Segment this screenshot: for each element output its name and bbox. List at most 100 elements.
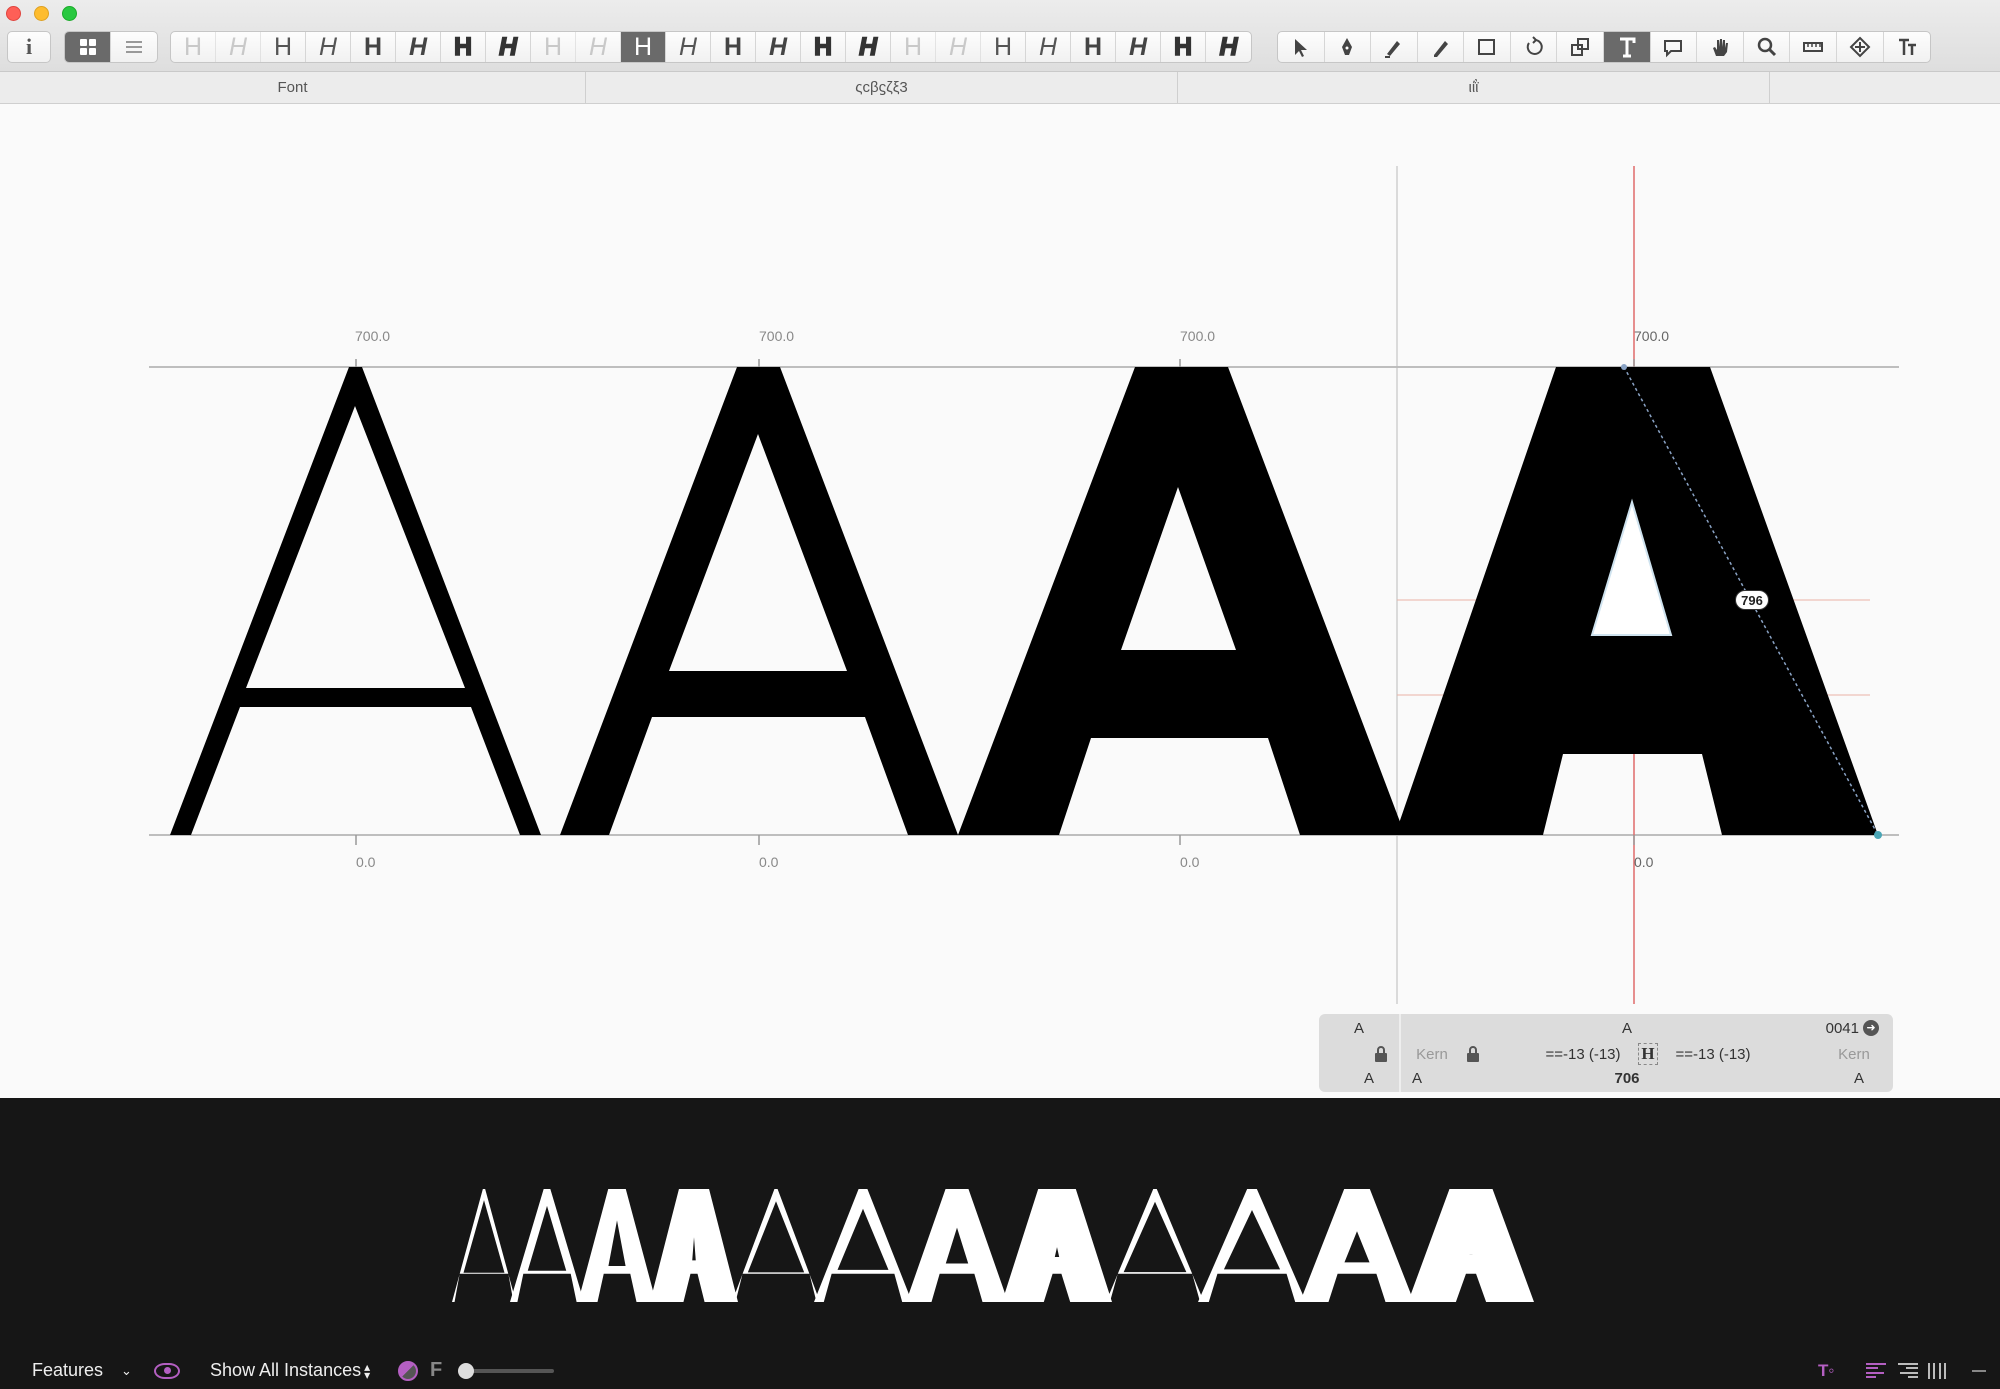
instance-button-2[interactable]: H xyxy=(216,32,261,62)
component-tool-button[interactable] xyxy=(1837,32,1884,62)
preview-glyph-8 xyxy=(1002,1189,1112,1302)
lsb-field[interactable]: ==-13 (-13) xyxy=(1533,1042,1633,1066)
instance-button-13[interactable]: H xyxy=(711,32,756,62)
draw-tool-icon xyxy=(1384,41,1400,58)
list-icon xyxy=(126,41,142,53)
typeset-tool-button[interactable] xyxy=(1884,32,1930,62)
instance-button-17[interactable]: H xyxy=(891,32,936,62)
kern-left-label: Kern xyxy=(1416,1045,1448,1063)
collapse-icon[interactable] xyxy=(1972,1369,1986,1372)
preview-size-slider[interactable] xyxy=(458,1362,554,1379)
arrow-right-circle-icon[interactable]: ➜ xyxy=(1863,1020,1879,1036)
zoom-button[interactable] xyxy=(62,6,77,21)
instance-switcher[interactable]: HHHHHHHHHHHHHHHHHHHHHHHH xyxy=(170,31,1252,63)
left-group-field[interactable]: A xyxy=(1359,1066,1379,1090)
select-tool-button[interactable] xyxy=(1278,32,1325,62)
f-toggle[interactable]: F xyxy=(430,1359,442,1382)
tab-font-label: Font xyxy=(277,79,308,96)
window-toolbar: i HHHHHHHHHHHHHHHHHHHHHHHH xyxy=(0,0,2000,72)
tab-font[interactable]: Font xyxy=(0,72,586,103)
pencil-tool-icon xyxy=(1433,41,1448,57)
instance-button-8[interactable]: H xyxy=(486,32,531,62)
left-kern-lock-icon[interactable] xyxy=(1369,1042,1393,1066)
close-button[interactable] xyxy=(6,6,21,21)
instance-button-10[interactable]: H xyxy=(576,32,621,62)
instance-button-14[interactable]: H xyxy=(756,32,801,62)
instance-button-20[interactable]: H xyxy=(1026,32,1071,62)
zoom-tool-icon xyxy=(1757,37,1776,57)
pen-tool-button[interactable] xyxy=(1325,32,1372,62)
list-view-button[interactable] xyxy=(111,32,157,62)
eye-icon[interactable] xyxy=(154,1362,180,1379)
instance-button-23[interactable]: H xyxy=(1161,32,1206,62)
instances-popup[interactable]: Show All Instances ▴ ▾ xyxy=(210,1360,370,1381)
left-kerning-name[interactable]: A xyxy=(1407,1066,1427,1090)
view-mode-toggle[interactable] xyxy=(64,31,158,63)
instance-button-3[interactable]: H xyxy=(261,32,306,62)
glyph-info-panel: A A 0041 ➜ Kern ==-13 (-13) H ==-13 (-13… xyxy=(1319,1014,1893,1092)
instance-button-9[interactable]: H xyxy=(531,32,576,62)
glyph-a-regular xyxy=(560,367,958,835)
hand-tool-button[interactable] xyxy=(1697,32,1744,62)
minimize-button[interactable] xyxy=(34,6,49,21)
preview-glyph-7 xyxy=(906,1189,1008,1302)
vertical-text-icon[interactable] xyxy=(1928,1362,1946,1379)
tab-iota-glyphs[interactable]: ιίῒ xyxy=(1178,72,1770,103)
pencil-tool-button[interactable] xyxy=(1418,32,1465,62)
baseline-value-2: 0.0 xyxy=(759,854,779,870)
tab-glyph-string[interactable]: ςϲβϛζξ3 xyxy=(586,72,1178,103)
text-tool-button[interactable] xyxy=(1604,32,1651,62)
center-glyph-name[interactable]: A xyxy=(1527,1016,1727,1040)
color-toggle-icon[interactable] xyxy=(398,1360,418,1381)
draw-tool-button[interactable] xyxy=(1371,32,1418,62)
preview-glyph-10 xyxy=(1198,1189,1306,1302)
text-direction-icon[interactable]: T◦ xyxy=(1818,1361,1834,1381)
preview-glyph-12 xyxy=(1408,1189,1534,1302)
glyph-a-light xyxy=(170,367,541,835)
instance-button-16[interactable]: H xyxy=(846,32,891,62)
features-label: Features xyxy=(32,1360,104,1380)
instance-button-15[interactable]: H xyxy=(801,32,846,62)
instance-button-19[interactable]: H xyxy=(981,32,1026,62)
glyph-a-bold xyxy=(958,367,1405,835)
right-kern-lock-icon[interactable] xyxy=(1461,1042,1485,1066)
instance-button-21[interactable]: H xyxy=(1071,32,1116,62)
zoom-tool-button[interactable] xyxy=(1744,32,1791,62)
instance-button-22[interactable]: H xyxy=(1116,32,1161,62)
annotation-tool-button[interactable] xyxy=(1651,32,1698,62)
rotate-tool-icon xyxy=(1526,36,1543,55)
instance-button-7[interactable]: H xyxy=(441,32,486,62)
instance-button-6[interactable]: H xyxy=(396,32,441,62)
scale-tool-button[interactable] xyxy=(1557,32,1605,62)
preview-glyph-6 xyxy=(814,1189,912,1302)
grid-view-button[interactable] xyxy=(65,32,112,62)
instance-button-24[interactable]: H xyxy=(1206,32,1251,62)
metrics-key-icon[interactable]: H xyxy=(1633,1042,1663,1066)
preview-glyphs xyxy=(452,1189,1534,1302)
measure-tool-button[interactable] xyxy=(1790,32,1837,62)
right-kerning-name[interactable]: A xyxy=(1849,1066,1869,1090)
updown-chevron-icon: ▴ ▾ xyxy=(364,1359,371,1382)
instance-button-4[interactable]: H xyxy=(306,32,351,62)
instance-button-1[interactable]: H xyxy=(171,32,216,62)
info-button[interactable]: i xyxy=(7,31,51,63)
rectangle-tool-button[interactable] xyxy=(1464,32,1511,62)
ascender-value-4: 700.0 xyxy=(1634,328,1670,344)
width-field[interactable]: 706 xyxy=(1527,1066,1727,1090)
rsb-field[interactable]: ==-13 (-13) xyxy=(1663,1042,1763,1066)
rotate-tool-button[interactable] xyxy=(1511,32,1558,62)
slider-thumb[interactable] xyxy=(458,1362,474,1379)
instance-button-11[interactable]: H xyxy=(621,32,666,62)
left-glyph-name: A xyxy=(1353,1019,1364,1037)
align-right-icon[interactable] xyxy=(1898,1362,1918,1379)
tool-palette[interactable] xyxy=(1277,31,1931,63)
instance-button-18[interactable]: H xyxy=(936,32,981,62)
instance-button-12[interactable]: H xyxy=(666,32,711,62)
glyph-edit-canvas[interactable]: 700.0 700.0 700.0 700.0 0.0 0.0 0.0 0.0 … xyxy=(0,104,2000,1098)
chevron-down-icon: ⌄ xyxy=(121,1362,132,1378)
align-left-icon[interactable] xyxy=(1866,1362,1886,1379)
unicode-label: 0041 xyxy=(1825,1019,1859,1037)
tab-glyph-string-label: ςϲβϛζξ3 xyxy=(855,79,908,96)
instance-button-5[interactable]: H xyxy=(351,32,396,62)
features-dropdown[interactable]: Features ⌄ xyxy=(32,1360,132,1381)
